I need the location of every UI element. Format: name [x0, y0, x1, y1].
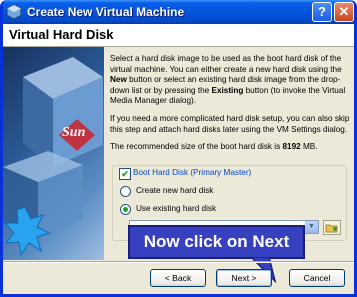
wizard-footer: < Back Next > Cancel: [3, 261, 354, 294]
chevron-down-icon[interactable]: ▼: [305, 221, 318, 233]
footer-separator: [3, 261, 354, 263]
page-title: Virtual Hard Disk: [9, 27, 114, 42]
virtualbox-icon: [6, 4, 22, 20]
description-paragraph-2: If you need a more complicated hard disk…: [110, 113, 350, 134]
description-text: Select a hard disk image to be used as t…: [110, 54, 350, 160]
help-button[interactable]: ?: [312, 2, 332, 22]
sun-logo-text: Sun: [62, 125, 86, 140]
back-button[interactable]: < Back: [150, 269, 206, 287]
window-title: Create New Virtual Machine: [27, 5, 185, 19]
cancel-button[interactable]: Cancel: [289, 269, 345, 287]
create-new-disk-radio[interactable]: [120, 186, 131, 197]
instruction-callout: Now click on Next: [128, 225, 305, 259]
page-header: Virtual Hard Disk: [3, 24, 354, 47]
title-bar[interactable]: Create New Virtual Machine ? ✕: [3, 0, 354, 24]
boot-disk-checkbox-label[interactable]: Boot Hard Disk (Primary Master): [133, 168, 251, 177]
boot-disk-checkbox-row[interactable]: ✔ Boot Hard Disk (Primary Master): [119, 167, 251, 180]
close-button[interactable]: ✕: [334, 2, 354, 22]
next-button[interactable]: Next >: [216, 269, 272, 287]
wizard-side-image: Sun: [3, 47, 104, 260]
description-paragraph-1: Select a hard disk image to be used as t…: [110, 54, 346, 106]
wizard-window: Create New Virtual Machine ? ✕ Virtual H…: [0, 0, 357, 297]
open-folder-icon[interactable]: [323, 220, 341, 235]
virtualbox-cube-art: [3, 57, 103, 257]
boot-disk-checkbox[interactable]: ✔: [119, 168, 131, 180]
recommended-size-text: The recommended size of the boot hard di…: [110, 142, 318, 152]
radio-selected-dot: [123, 207, 128, 212]
use-existing-disk-radio[interactable]: [120, 204, 131, 215]
use-existing-disk-label[interactable]: Use existing hard disk: [136, 204, 216, 213]
create-new-disk-label[interactable]: Create new hard disk: [136, 186, 213, 195]
